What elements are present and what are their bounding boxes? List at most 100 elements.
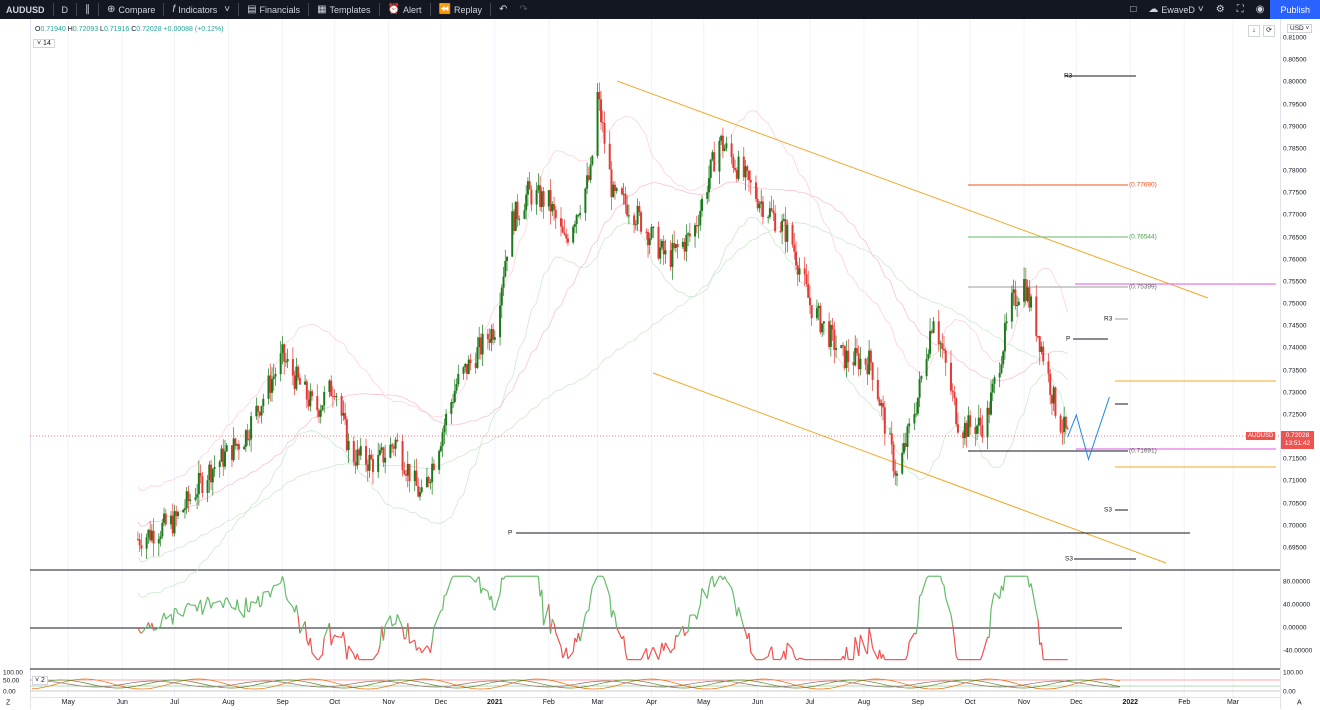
candle-body bbox=[600, 99, 602, 122]
osc-segment bbox=[798, 658, 800, 660]
candle-body bbox=[348, 441, 350, 450]
candle-body bbox=[833, 330, 835, 350]
candle-body bbox=[933, 321, 935, 333]
candle-body bbox=[931, 331, 933, 333]
currency-selector[interactable]: USD ˅ bbox=[1287, 24, 1312, 33]
projection-path[interactable] bbox=[1068, 397, 1110, 459]
candle-body bbox=[147, 530, 149, 537]
candle-body bbox=[426, 477, 428, 487]
candle-body bbox=[988, 408, 990, 415]
candle-body bbox=[724, 148, 726, 151]
time-tick: Oct bbox=[965, 699, 976, 706]
candle-body bbox=[490, 329, 492, 343]
osc-segment bbox=[430, 641, 432, 653]
candle-body bbox=[708, 178, 710, 192]
candle-body bbox=[478, 337, 480, 347]
lower-indicators-toggle[interactable]: ˅ 2 bbox=[32, 676, 48, 685]
candle-body bbox=[257, 406, 259, 412]
osc2-tick: 0.00 bbox=[1283, 689, 1296, 696]
candle-body bbox=[356, 450, 358, 466]
osc-segment bbox=[732, 588, 734, 595]
candle-body bbox=[769, 208, 771, 217]
band-upper bbox=[138, 111, 1068, 491]
indicators-toggle[interactable]: ˅ 14 bbox=[33, 39, 55, 48]
time-tick: Mar bbox=[1227, 699, 1239, 706]
candle-body bbox=[226, 445, 228, 451]
osc-segment bbox=[227, 597, 232, 608]
osc-segment bbox=[284, 583, 286, 596]
price-chart[interactable] bbox=[0, 0, 1320, 709]
candle-body bbox=[591, 156, 593, 165]
candle-body bbox=[893, 445, 895, 472]
time-tick: Sep bbox=[912, 699, 924, 706]
candle-body bbox=[772, 211, 774, 213]
candle-body bbox=[342, 413, 344, 416]
download-icon[interactable]: ↓ bbox=[1248, 25, 1260, 37]
candle-body bbox=[255, 406, 257, 416]
osc-segment bbox=[941, 576, 943, 583]
osc-segment bbox=[942, 583, 944, 585]
candle-body bbox=[941, 343, 943, 349]
candle-body bbox=[501, 288, 503, 306]
candle-body bbox=[212, 469, 214, 482]
candle-body bbox=[621, 188, 623, 194]
channel-upper-line[interactable] bbox=[617, 81, 1208, 298]
candle-body bbox=[670, 250, 672, 267]
osc-segment bbox=[223, 600, 225, 608]
candle-body bbox=[783, 219, 785, 221]
candle-body bbox=[1025, 279, 1027, 301]
price-tick: 0.72500 bbox=[1283, 411, 1307, 418]
candle-body bbox=[981, 425, 983, 437]
channel-lower-line[interactable] bbox=[653, 373, 1166, 563]
refresh-icon[interactable]: ⟳ bbox=[1263, 25, 1275, 37]
osc-segment bbox=[396, 614, 398, 624]
candle-body bbox=[906, 426, 908, 447]
candle-body bbox=[311, 391, 313, 396]
osc-segment bbox=[982, 637, 987, 655]
candle-body bbox=[450, 402, 452, 414]
candle-body bbox=[701, 199, 703, 211]
candle-body bbox=[318, 410, 320, 416]
candle-body bbox=[464, 364, 466, 367]
candle-body bbox=[536, 190, 538, 205]
candle-body bbox=[165, 514, 167, 525]
candle-body bbox=[847, 351, 849, 362]
candle-body bbox=[736, 170, 738, 179]
candle-body bbox=[405, 474, 407, 476]
candle-body bbox=[976, 426, 978, 434]
osc-segment bbox=[152, 623, 154, 630]
osc-segment bbox=[617, 628, 622, 639]
candle-body bbox=[523, 210, 525, 219]
candle-body bbox=[1014, 289, 1016, 306]
candle-body bbox=[793, 245, 795, 252]
candle-body bbox=[283, 344, 285, 361]
candle-body bbox=[743, 157, 745, 178]
time-tick: Aug bbox=[222, 699, 234, 706]
tag-symbol: AUDUSD bbox=[1248, 433, 1273, 439]
osc-segment bbox=[403, 628, 405, 639]
candle-body bbox=[999, 373, 1001, 378]
osc-segment bbox=[685, 632, 687, 635]
osc-segment bbox=[211, 603, 213, 608]
candle-body bbox=[1018, 302, 1020, 305]
label-s3-low: S3 bbox=[1065, 556, 1073, 563]
candle-body bbox=[384, 458, 386, 463]
osc-segment bbox=[237, 600, 239, 610]
auto-scale-button[interactable]: A bbox=[1297, 700, 1302, 707]
candle-body bbox=[328, 381, 330, 392]
candle-body bbox=[201, 476, 203, 493]
osc-segment bbox=[476, 578, 478, 582]
candle-body bbox=[294, 376, 296, 389]
zoom-icon[interactable]: Z bbox=[6, 700, 10, 707]
osc-segment bbox=[378, 646, 380, 653]
candle-body bbox=[687, 233, 689, 234]
osc-segment bbox=[981, 655, 983, 659]
candle-body bbox=[818, 306, 820, 308]
candle-body bbox=[555, 210, 557, 218]
candle-body bbox=[602, 122, 604, 123]
osc-segment bbox=[336, 636, 341, 637]
candle-body bbox=[846, 351, 848, 368]
candle-body bbox=[530, 190, 532, 205]
label-s3-mid: S3 bbox=[1104, 507, 1112, 514]
osc-segment bbox=[197, 604, 199, 611]
